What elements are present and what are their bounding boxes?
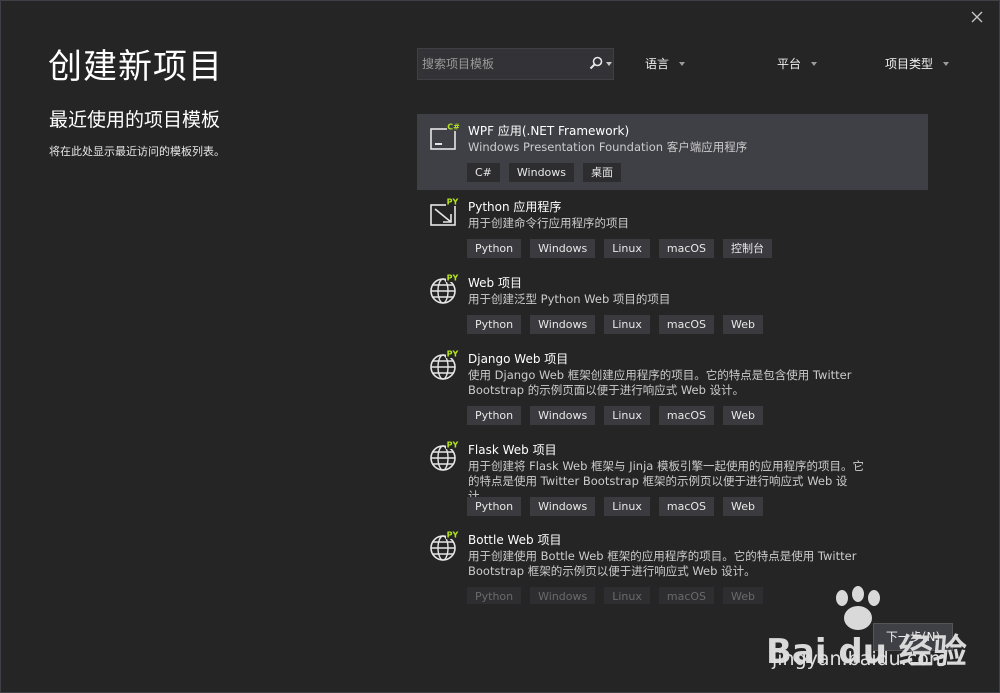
chevron-down-icon (679, 61, 686, 66)
tag: Linux (604, 497, 650, 516)
template-item-python-app[interactable]: PY Python 应用程序 用于创建命令行应用程序的项目 Python Win… (417, 190, 928, 265)
globe-icon: PY (430, 273, 459, 304)
lang-badge: PY (447, 198, 459, 207)
template-item-bottle[interactable]: PY Bottle Web 项目 用于创建使用 Bottle Web 框架的应用… (417, 523, 928, 604)
tag: 桌面 (583, 163, 622, 182)
template-name: Flask Web 项目 (468, 443, 557, 457)
tag: macOS (658, 239, 715, 258)
template-name: Web 项目 (468, 276, 522, 290)
tag: Windows (530, 406, 596, 425)
template-item-wpf[interactable]: C# WPF 应用(.NET Framework) Windows Presen… (417, 114, 928, 190)
template-list: C# WPF 应用(.NET Framework) Windows Presen… (417, 114, 928, 604)
search-icon[interactable] (588, 55, 604, 71)
tag: Windows (530, 587, 596, 604)
create-project-dialog: 创建新项目 最近使用的项目模板 将在此处显示最近访问的模板列表。 语言 平台 项… (0, 0, 1000, 693)
globe-icon: PY (430, 440, 459, 471)
tag: Linux (604, 587, 650, 604)
tag: Web (723, 406, 764, 425)
tag: Web (723, 587, 764, 604)
project-type-filter-label: 项目类型 (885, 57, 934, 71)
chevron-down-icon (811, 61, 818, 66)
template-tags: Python Windows Linux macOS 控制台 (467, 239, 773, 258)
template-description: 使用 Django Web 框架创建应用程序的项目。它的特点是包含使用 Twit… (468, 368, 852, 397)
tag: macOS (658, 497, 715, 516)
search-input[interactable] (418, 49, 583, 79)
tag: Web (723, 315, 764, 334)
chevron-down-icon (943, 61, 950, 66)
globe-icon: PY (430, 530, 459, 561)
lang-badge: PY (447, 531, 459, 540)
template-description: Windows Presentation Foundation 客户端应用程序 (468, 140, 748, 154)
close-icon (971, 11, 983, 23)
template-tags: C# Windows 桌面 (467, 163, 622, 182)
tag: Linux (604, 239, 650, 258)
template-name: Python 应用程序 (468, 200, 562, 214)
tag: Linux (604, 315, 650, 334)
wpf-icon: C# (430, 122, 460, 150)
python-app-icon: PY (430, 197, 459, 226)
tag: macOS (658, 406, 715, 425)
tag: Windows (530, 315, 596, 334)
template-tags: Python Windows Linux macOS Web (467, 587, 764, 604)
next-button[interactable]: 下一步(N) (873, 623, 953, 651)
tag: Python (467, 239, 522, 258)
tag: Windows (508, 163, 575, 182)
template-name: WPF 应用(.NET Framework) (468, 124, 630, 138)
tag: Linux (604, 406, 650, 425)
lang-badge: C# (447, 123, 460, 132)
recent-templates-description: 将在此处显示最近访问的模板列表。 (49, 145, 225, 158)
search-box (417, 48, 614, 80)
template-tags: Python Windows Linux macOS Web (467, 315, 764, 334)
page-title: 创建新项目 (48, 47, 223, 87)
tag: macOS (658, 315, 715, 334)
tag: C# (467, 163, 500, 182)
tag: Python (467, 497, 522, 516)
tag: Python (467, 587, 522, 604)
template-name: Bottle Web 项目 (468, 533, 562, 547)
lang-badge: PY (447, 350, 459, 359)
template-tags: Python Windows Linux macOS Web (467, 497, 764, 516)
tag: macOS (658, 587, 715, 604)
watermark-url: jingyan.baidu.com (772, 648, 948, 670)
tag: Python (467, 406, 522, 425)
chevron-down-icon[interactable] (606, 62, 612, 66)
template-item-django[interactable]: PY Django Web 项目 使用 Django Web 框架创建应用程序的… (417, 342, 928, 432)
template-tags: Python Windows Linux macOS Web (467, 406, 764, 425)
tag: Web (723, 497, 764, 516)
tag: 控制台 (723, 239, 773, 258)
template-item-web[interactable]: PY Web 项目 用于创建泛型 Python Web 项目的项目 Python… (417, 266, 928, 342)
lang-badge: PY (447, 274, 459, 283)
recent-templates-heading: 最近使用的项目模板 (49, 109, 221, 131)
template-description: 用于创建使用 Bottle Web 框架的应用程序的项目。它的特点是使用 Twi… (468, 549, 857, 578)
language-filter[interactable]: 语言 (645, 55, 686, 72)
project-type-filter[interactable]: 项目类型 (885, 55, 950, 72)
template-description: 用于创建命令行应用程序的项目 (468, 216, 629, 230)
close-button[interactable] (969, 9, 985, 25)
template-name: Django Web 项目 (468, 352, 569, 366)
tag: Windows (530, 239, 596, 258)
globe-icon: PY (430, 349, 459, 380)
template-item-flask[interactable]: PY Flask Web 项目 用于创建将 Flask Web 框架与 Jinj… (417, 433, 928, 523)
lang-badge: PY (447, 441, 459, 450)
tag: Python (467, 315, 522, 334)
tag: Windows (530, 497, 596, 516)
platform-filter-label: 平台 (777, 57, 802, 71)
template-description: 用于创建泛型 Python Web 项目的项目 (468, 292, 671, 306)
language-filter-label: 语言 (645, 57, 670, 71)
platform-filter[interactable]: 平台 (777, 55, 818, 72)
